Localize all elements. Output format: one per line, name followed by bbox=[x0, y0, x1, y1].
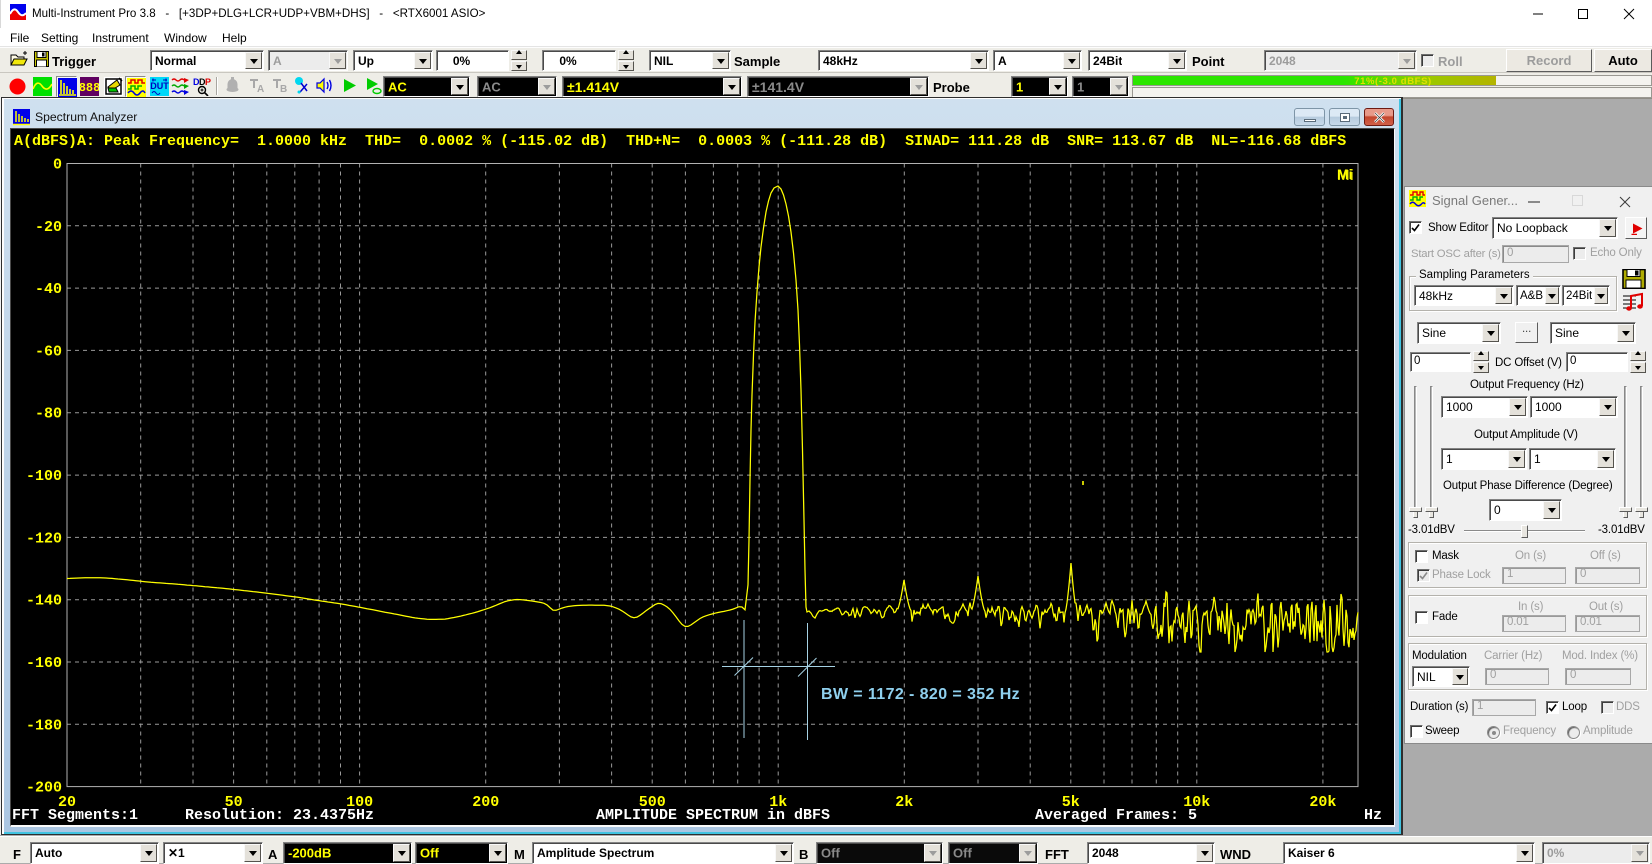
svg-text:A(dBFS)A: Peak Frequency= 1.0: A(dBFS)A: Peak Frequency= 1.0000 kHz THD… bbox=[14, 133, 1346, 150]
svg-text:AMPLITUDE SPECTRUM in dBFS: AMPLITUDE SPECTRUM in dBFS bbox=[596, 807, 830, 824]
svg-text:-120: -120 bbox=[26, 530, 62, 547]
svg-text:20k: 20k bbox=[1309, 794, 1336, 811]
svg-text:-140: -140 bbox=[26, 593, 62, 610]
svg-text:-100: -100 bbox=[26, 468, 62, 485]
svg-text:BW = 1172 - 820 = 352 Hz: BW = 1172 - 820 = 352 Hz bbox=[821, 686, 1020, 703]
svg-text:B: B bbox=[280, 84, 287, 95]
svg-text:-80: -80 bbox=[35, 406, 62, 423]
svg-text:0: 0 bbox=[53, 157, 62, 174]
svg-text:Averaged Frames: 5: Averaged Frames: 5 bbox=[1035, 807, 1197, 824]
svg-text:FFT Segments:1: FFT Segments:1 bbox=[12, 807, 138, 824]
svg-text:200: 200 bbox=[472, 794, 499, 811]
svg-text:P: P bbox=[205, 77, 211, 87]
svg-text:A: A bbox=[257, 84, 264, 95]
svg-text:888: 888 bbox=[80, 81, 99, 95]
svg-text:-200: -200 bbox=[26, 780, 62, 797]
svg-text:Resolution: 23.4375Hz: Resolution: 23.4375Hz bbox=[185, 807, 374, 824]
svg-text:DUT: DUT bbox=[150, 81, 169, 91]
svg-text:-60: -60 bbox=[35, 343, 62, 360]
svg-text:Mi: Mi bbox=[1337, 166, 1353, 182]
svg-text:-40: -40 bbox=[35, 281, 62, 298]
svg-text:2k: 2k bbox=[895, 794, 913, 811]
svg-text:-20: -20 bbox=[35, 219, 62, 236]
svg-text:-180: -180 bbox=[26, 717, 62, 734]
svg-text:Hz: Hz bbox=[1364, 807, 1382, 824]
svg-text:-160: -160 bbox=[26, 655, 62, 672]
